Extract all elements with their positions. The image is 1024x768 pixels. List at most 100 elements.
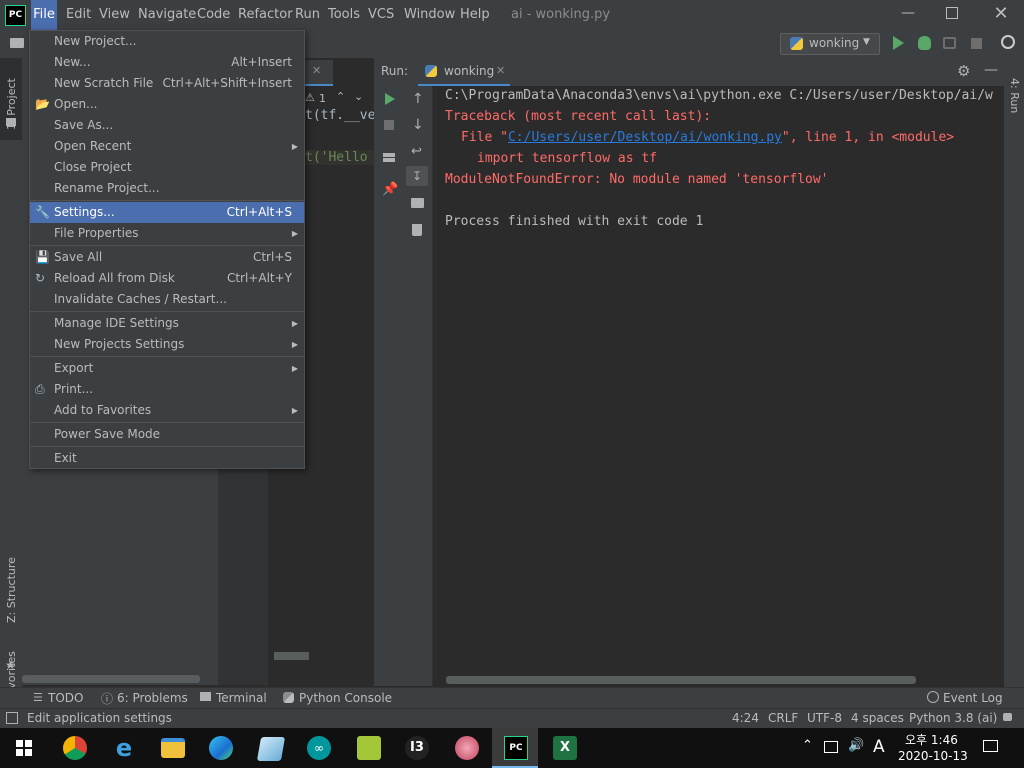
menu-item-label: New Project...	[54, 34, 137, 48]
excel-icon[interactable]: X	[553, 736, 577, 760]
menu-run[interactable]: Run	[295, 0, 320, 30]
pycharm-taskbar-button[interactable]: PC	[492, 728, 538, 768]
notepad-icon[interactable]	[256, 737, 286, 761]
app-brain-icon[interactable]	[455, 736, 479, 760]
menu-window[interactable]: Window	[404, 0, 455, 30]
structure-tab-label[interactable]: Z: Structure	[5, 557, 18, 623]
debug-icon[interactable]	[918, 36, 931, 50]
menu-view[interactable]: View	[99, 0, 130, 30]
soft-wrap-icon[interactable]: ↩	[411, 144, 422, 159]
chrome-icon[interactable]	[63, 736, 87, 760]
arrow-down-icon[interactable]: ↓	[412, 117, 424, 133]
python-console-tab[interactable]: Python Console	[299, 691, 392, 705]
run-tab-close-icon[interactable]: ✕	[496, 64, 505, 77]
menu-reload-all[interactable]: ↻ Reload All from Disk Ctrl+Alt+Y	[30, 268, 304, 289]
run-tool-tab-label[interactable]: 4: Run	[1008, 78, 1021, 113]
editor-tab-close-icon[interactable]: ✕	[312, 64, 321, 77]
editor-horizontal-scrollbar[interactable]	[274, 652, 309, 660]
prev-highlight-icon[interactable]: ⌃	[336, 90, 345, 103]
menu-exit[interactable]: Exit	[30, 448, 304, 469]
clock-date[interactable]: 2020-10-13	[898, 749, 968, 763]
menu-save-all[interactable]: 💾 Save All Ctrl+S	[30, 247, 304, 268]
menu-tools[interactable]: Tools	[328, 0, 360, 30]
stop-icon[interactable]	[971, 38, 982, 49]
file-explorer-icon[interactable]	[161, 738, 185, 758]
maximize-button[interactable]	[946, 7, 958, 19]
arduino-icon[interactable]: ∞	[307, 736, 331, 760]
close-button[interactable]: ✕	[992, 3, 1010, 25]
ime-indicator[interactable]: A	[873, 737, 885, 757]
menu-code[interactable]: Code	[197, 0, 230, 30]
stop-run-icon[interactable]	[384, 120, 394, 130]
run-icon[interactable]	[893, 36, 904, 50]
layout-icon[interactable]	[383, 153, 395, 162]
menu-item-label: New Projects Settings	[54, 337, 185, 351]
menu-new-project[interactable]: New Project...	[30, 31, 304, 52]
app-i3-icon[interactable]: I3	[405, 736, 429, 760]
notification-icon[interactable]	[983, 740, 998, 752]
right-tool-strip: 4: Run	[1004, 58, 1024, 688]
clock-time[interactable]: 오후 1:46	[905, 731, 958, 748]
todo-tab[interactable]: TODO	[48, 691, 83, 705]
menu-open[interactable]: 📂 Open...	[30, 94, 304, 115]
menu-refactor[interactable]: Refactor	[238, 0, 293, 30]
gear-icon[interactable]: ⚙	[957, 62, 970, 80]
network-icon[interactable]	[824, 741, 838, 753]
rerun-icon[interactable]	[385, 93, 395, 105]
menu-new-scratch-file[interactable]: New Scratch File Ctrl+Alt+Shift+Insert	[30, 73, 304, 94]
event-log-tab[interactable]: Event Log	[943, 691, 1003, 705]
menu-file-properties[interactable]: File Properties ▶	[30, 223, 304, 244]
file-encoding[interactable]: UTF-8	[807, 711, 842, 725]
menu-add-to-favorites[interactable]: Add to Favorites ▶	[30, 400, 304, 421]
tray-chevron-up-icon[interactable]: ⌃	[802, 738, 813, 753]
android-icon[interactable]	[357, 736, 381, 760]
menu-invalidate-caches[interactable]: Invalidate Caches / Restart...	[30, 289, 304, 310]
menu-close-project[interactable]: Close Project	[30, 157, 304, 178]
pin-icon[interactable]: 📌	[382, 182, 398, 197]
menu-settings[interactable]: 🔧 Settings... Ctrl+Alt+S	[30, 202, 304, 223]
print-icon[interactable]	[411, 198, 424, 208]
console-file-link[interactable]: C:/Users/user/Desktop/ai/wonking.py	[508, 130, 782, 145]
next-highlight-icon[interactable]: ⌄	[354, 90, 363, 103]
menu-new-projects-settings[interactable]: New Projects Settings ▶	[30, 334, 304, 355]
menu-new[interactable]: New... Alt+Insert	[30, 52, 304, 73]
edge-icon[interactable]	[209, 736, 233, 760]
windows-start-icon[interactable]	[16, 740, 32, 756]
run-config-select[interactable]: wonking ▼	[780, 33, 880, 55]
status-toggle-icon[interactable]	[6, 712, 18, 724]
console-output[interactable]: C:\ProgramData\Anaconda3\envs\ai\python.…	[433, 86, 1004, 686]
run-tab[interactable]: wonking ✕	[418, 58, 510, 87]
internet-explorer-icon[interactable]: e	[112, 736, 136, 760]
console-horizontal-scrollbar[interactable]	[446, 676, 916, 684]
project-panel-scrollbar[interactable]	[22, 675, 200, 683]
console-toolbar: ↑ ↓ ↩ ↧	[404, 86, 433, 686]
submenu-arrow-icon: ▶	[291, 229, 298, 238]
indent-setting[interactable]: 4 spaces	[851, 711, 904, 725]
menu-vcs[interactable]: VCS	[368, 0, 394, 30]
terminal-tab[interactable]: Terminal	[216, 691, 267, 705]
scroll-to-end-icon[interactable]: ↧	[406, 166, 428, 186]
menu-open-recent[interactable]: Open Recent ▶	[30, 136, 304, 157]
search-icon[interactable]	[1001, 35, 1015, 49]
interpreter-selector[interactable]: Python 3.8 (ai)	[909, 711, 997, 725]
volume-icon[interactable]: 🔊	[848, 738, 864, 753]
caret-position[interactable]: 4:24	[732, 711, 759, 725]
menu-power-save-mode[interactable]: Power Save Mode	[30, 424, 304, 445]
minimize-button[interactable]: —	[900, 6, 916, 22]
problems-tab[interactable]: 6: Problems	[117, 691, 188, 705]
line-separator[interactable]: CRLF	[768, 711, 798, 725]
menu-save-as[interactable]: Save As...	[30, 115, 304, 136]
menu-print[interactable]: ⎙ Print...	[30, 379, 304, 400]
hide-panel-icon[interactable]: —	[984, 62, 998, 78]
menu-rename-project[interactable]: Rename Project...	[30, 178, 304, 199]
menu-export[interactable]: Export ▶	[30, 358, 304, 379]
menu-edit[interactable]: Edit	[66, 0, 91, 30]
trash-icon[interactable]	[412, 224, 422, 236]
menu-file[interactable]: File	[31, 0, 57, 30]
coverage-icon[interactable]	[943, 37, 956, 49]
menu-manage-ide-settings[interactable]: Manage IDE Settings ▶	[30, 313, 304, 334]
lock-icon[interactable]	[1003, 713, 1012, 721]
menu-help[interactable]: Help	[460, 0, 490, 30]
menu-navigate[interactable]: Navigate	[138, 0, 196, 30]
arrow-up-icon[interactable]: ↑	[412, 91, 424, 107]
